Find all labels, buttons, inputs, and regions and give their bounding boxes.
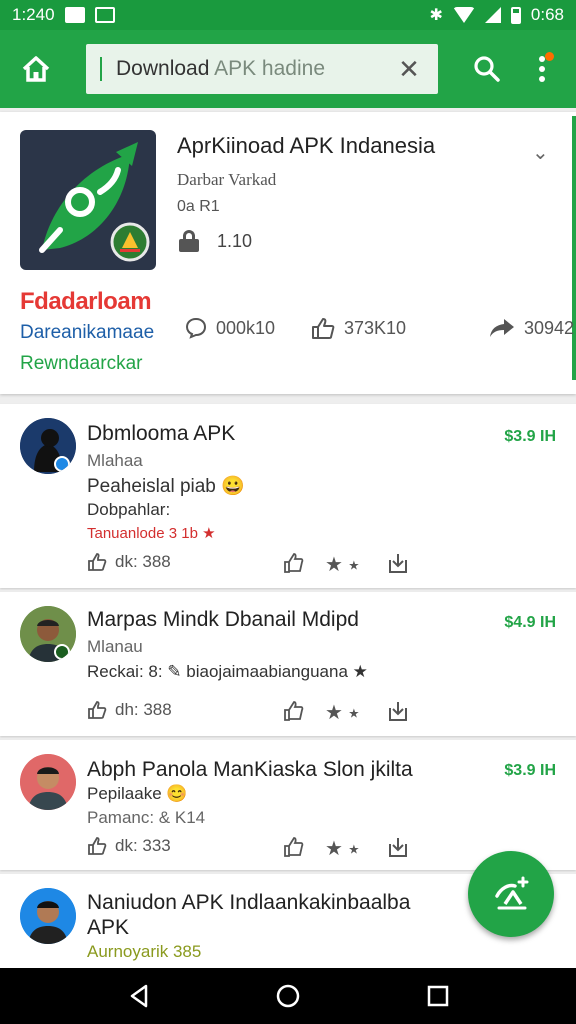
home-button[interactable] <box>0 30 72 108</box>
share-count-value: 30942 <box>524 317 575 338</box>
clear-icon[interactable]: ✕ <box>394 54 424 85</box>
wifi-icon <box>452 7 475 23</box>
avatar[interactable] <box>20 418 76 474</box>
avatar[interactable] <box>20 754 76 810</box>
lock-icon <box>177 230 201 252</box>
fab-icon <box>495 876 529 910</box>
save-button[interactable] <box>387 552 409 574</box>
recents-icon[interactable] <box>424 982 452 1010</box>
item-subtitle: Pamanc: & K14 <box>87 808 206 827</box>
like-count-value: dk: 388 <box>115 552 171 571</box>
star-icon[interactable]: ★ ⭑ <box>325 552 359 577</box>
search-input-value: Download APK hadine <box>116 57 325 80</box>
item-title[interactable]: Abph Panola ManKiaska Slon jkilta <box>87 758 413 782</box>
save-button[interactable] <box>387 836 409 858</box>
item-price: $3.9 IH <box>504 762 556 779</box>
comment-count-value: 000k10 <box>216 317 276 338</box>
like-count-value: 373K10 <box>344 317 407 338</box>
item-price: $4.9 IH <box>504 614 556 631</box>
upvote-button[interactable] <box>283 700 305 722</box>
reward-link[interactable]: Rewndaarckar <box>20 353 143 375</box>
star-icon[interactable]: ★ ⭑ <box>325 836 359 861</box>
comment-icon <box>185 317 207 339</box>
text-cursor <box>100 57 102 81</box>
brand-label: Fdadarloam <box>20 288 152 315</box>
share-count[interactable]: 30942 <box>488 316 574 340</box>
item-text: Pepilaake 😊 <box>87 784 188 803</box>
upvote-icon <box>284 837 304 857</box>
signal-icon <box>484 7 501 23</box>
thumb-up-button[interactable]: dk: 333 <box>87 836 171 856</box>
search-icon <box>474 56 500 82</box>
bluetooth-icon: ✱ <box>429 7 443 24</box>
upvote-icon <box>284 701 304 721</box>
search-button[interactable] <box>462 44 512 94</box>
chevron-down-icon[interactable]: ⌄ <box>532 140 549 165</box>
app-logo[interactable] <box>20 130 156 270</box>
upvote-button[interactable] <box>283 836 305 858</box>
star-icon[interactable]: ★ ⭑ <box>325 700 359 725</box>
category-link[interactable]: Dareanikamaae <box>20 322 154 344</box>
save-icon <box>389 702 407 721</box>
notification-dot <box>545 52 554 61</box>
avatar[interactable] <box>20 888 76 944</box>
battery-icon <box>510 6 521 24</box>
search-input[interactable]: Download APK hadine ✕ <box>86 44 438 94</box>
status-time: 1:240 <box>12 5 55 24</box>
like-icon <box>312 318 335 339</box>
thumb-up-button[interactable]: dk: 388 <box>87 552 171 572</box>
save-icon <box>389 838 407 857</box>
system-nav-bar <box>0 968 576 1024</box>
more-vert-icon[interactable] <box>522 44 562 94</box>
status-time-right: 0:68 <box>530 5 564 24</box>
like-count-value: dk: 333 <box>115 836 171 855</box>
item-actions: dk: 333 ★ ⭑ <box>87 836 417 862</box>
item-title[interactable]: Naniudon APK Indlaankakinbaalba APK <box>87 890 447 940</box>
thumb-up-icon <box>88 701 107 719</box>
app-size-row: 1.10 <box>177 230 252 252</box>
save-icon <box>389 554 407 573</box>
save-button[interactable] <box>387 700 409 722</box>
item-subtitle: Mlahaa <box>87 451 143 470</box>
thumb-up-icon <box>88 837 107 855</box>
item-text: Dobpahlar: <box>87 500 171 519</box>
home-icon <box>22 56 50 82</box>
status-bar: 1:240 ✱ 0:68 <box>0 0 576 30</box>
home-nav-icon[interactable] <box>274 982 302 1010</box>
item-text: Peaheislal piab 😀 <box>87 476 245 497</box>
item-text: Reckai: 8: ✎ biaojaimaabianguana ★ <box>87 662 368 681</box>
item-price: $3.9 IH <box>504 428 556 445</box>
screenshot-notification-icon <box>94 7 115 23</box>
upvote-icon <box>284 553 304 573</box>
app-toolbar: Download APK hadine ✕ <box>0 30 576 108</box>
thumb-up-button[interactable]: dh: 388 <box>87 700 172 720</box>
card-accent-bar <box>572 116 576 380</box>
fab-button[interactable] <box>468 851 554 937</box>
item-title[interactable]: Marpas Mindk Dbanail Mdipd <box>87 608 359 632</box>
item-rating-text: Tanuanlode 3 1b ★ <box>87 525 216 542</box>
item-subtitle: Mlanau <box>87 637 143 656</box>
thumb-up-icon <box>88 553 107 571</box>
item-actions: dh: 388 ★ ⭑ <box>87 700 417 726</box>
back-icon[interactable] <box>126 982 154 1010</box>
item-actions: dk: 388 ★ ⭑ <box>87 552 417 578</box>
list-item[interactable]: Abph Panola ManKiaska Slon jkilta Pepila… <box>0 740 576 870</box>
comment-count[interactable]: 000k10 <box>184 316 275 340</box>
list-item[interactable]: Dbmlooma APK Mlahaa Peaheislal piab 😀 Do… <box>0 404 576 588</box>
app-size: 1.10 <box>217 230 253 251</box>
image-notification-icon <box>64 7 85 23</box>
like-count[interactable]: 373K10 <box>310 316 406 340</box>
item-subtitle: Aurnoyarik 385 <box>87 942 202 961</box>
upvote-button[interactable] <box>283 552 305 574</box>
share-icon <box>490 319 514 337</box>
avatar[interactable] <box>20 606 76 662</box>
app-header-card: AprKiinoad APK Indanesia ⌄ Darbar Varkad… <box>0 112 576 394</box>
app-developer[interactable]: Darbar Varkad <box>177 170 276 190</box>
like-count-value: dh: 388 <box>115 700 172 719</box>
app-title: AprKiinoad APK Indanesia <box>177 133 436 158</box>
app-version: 0a R1 <box>177 198 220 215</box>
item-title[interactable]: Dbmlooma APK <box>87 422 235 446</box>
list-item[interactable]: Marpas Mindk Dbanail Mdipd Mlanau Reckai… <box>0 592 576 736</box>
